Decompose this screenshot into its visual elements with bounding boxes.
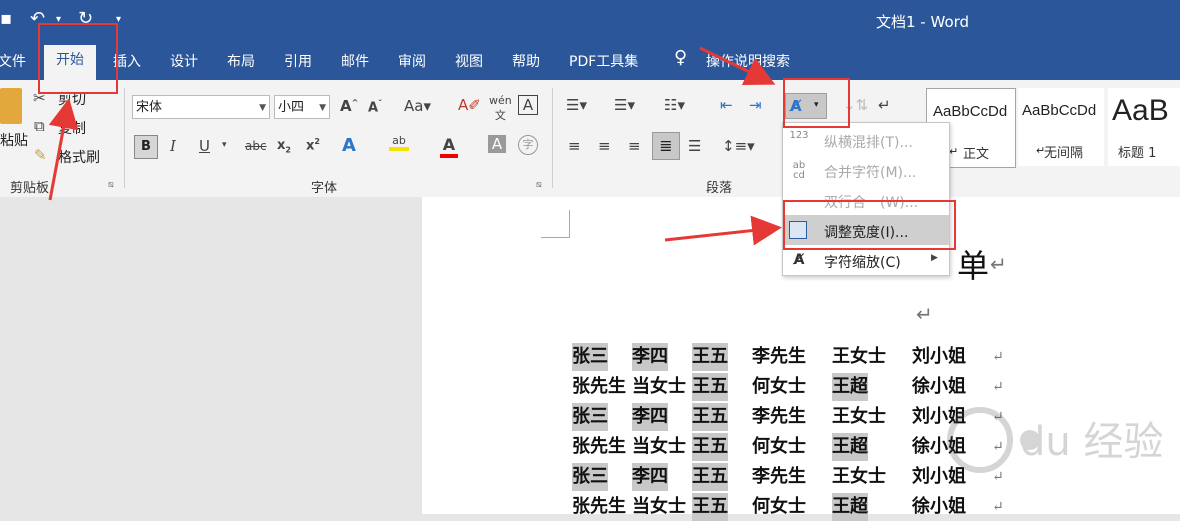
watermark-logo: du 经验: [947, 407, 1163, 473]
svg-text:du 经验: du 经验: [1020, 419, 1163, 465]
